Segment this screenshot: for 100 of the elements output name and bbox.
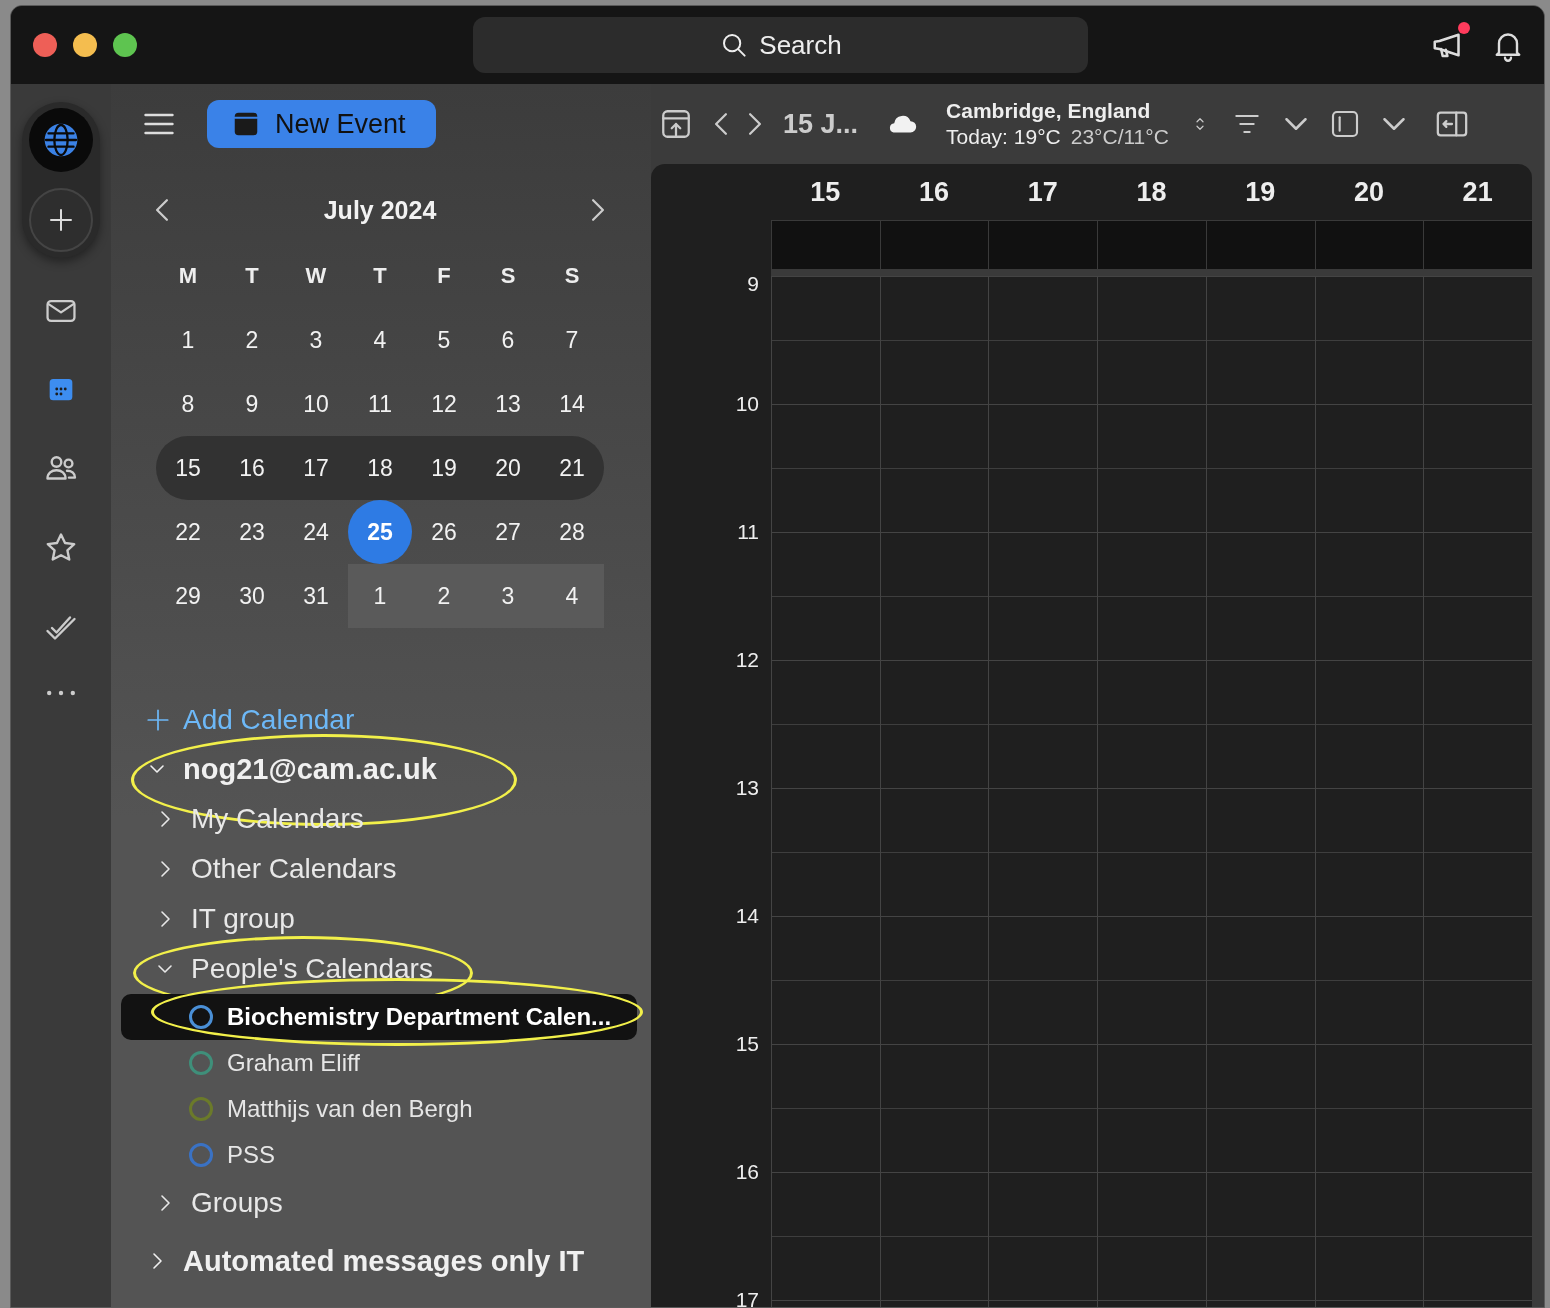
all-day-cell[interactable] xyxy=(988,220,1098,270)
time-slot[interactable] xyxy=(988,916,1098,1044)
time-slot[interactable] xyxy=(1205,276,1315,404)
time-slot[interactable] xyxy=(1423,404,1532,532)
day-cell[interactable]: 27 xyxy=(476,500,540,564)
time-slot[interactable] xyxy=(1205,660,1315,788)
day-cell[interactable]: 3 xyxy=(284,308,348,372)
time-slot[interactable] xyxy=(1097,788,1206,916)
account-header[interactable]: Automated messages only IT xyxy=(145,1236,585,1286)
account-header[interactable]: nog21@cam.ac.uk xyxy=(145,744,437,794)
time-slot[interactable] xyxy=(988,532,1098,660)
time-slot[interactable] xyxy=(988,276,1098,404)
all-day-cell[interactable] xyxy=(1423,220,1532,270)
minimize-button[interactable] xyxy=(73,33,97,57)
time-slot[interactable] xyxy=(1423,788,1532,916)
calendar-group[interactable]: IT group xyxy=(145,894,295,944)
filter-dropdown-button[interactable] xyxy=(1284,118,1307,130)
time-slot[interactable] xyxy=(879,788,989,916)
week-row[interactable]: 22 23 24 25 26 27 28 xyxy=(156,500,604,564)
day-cell[interactable]: 31 xyxy=(284,564,348,628)
day-cell[interactable]: 20 xyxy=(476,436,540,500)
time-slot[interactable] xyxy=(879,1172,989,1300)
time-slot[interactable] xyxy=(988,660,1098,788)
account-button[interactable] xyxy=(29,108,93,172)
time-slot[interactable] xyxy=(1314,916,1424,1044)
time-slot[interactable] xyxy=(771,276,880,404)
time-slot[interactable] xyxy=(771,532,880,660)
time-slot[interactable] xyxy=(879,916,989,1044)
all-day-cell[interactable] xyxy=(879,220,989,270)
time-slot[interactable] xyxy=(879,276,989,404)
new-event-button[interactable]: New Event xyxy=(207,100,436,148)
time-slot[interactable] xyxy=(1205,404,1315,532)
time-slot[interactable] xyxy=(771,1172,880,1300)
day-cell[interactable]: 4 xyxy=(348,308,412,372)
time-slot[interactable] xyxy=(1314,276,1424,404)
day-cell[interactable]: 2 xyxy=(220,308,284,372)
day-cell[interactable]: 13 xyxy=(476,372,540,436)
add-calendar-link[interactable]: Add Calendar xyxy=(145,704,355,736)
time-slot[interactable] xyxy=(988,1044,1098,1172)
all-day-cell[interactable] xyxy=(1205,220,1315,270)
day-cell[interactable]: 8 xyxy=(156,372,220,436)
day-cell[interactable]: 12 xyxy=(412,372,476,436)
day-cell[interactable]: 2 xyxy=(412,564,476,628)
time-slot[interactable] xyxy=(1097,404,1206,532)
day-cell[interactable]: 9 xyxy=(220,372,284,436)
zoom-button[interactable] xyxy=(113,33,137,57)
time-slot[interactable] xyxy=(879,404,989,532)
time-slot[interactable] xyxy=(771,1044,880,1172)
time-slot[interactable] xyxy=(1314,1044,1424,1172)
time-slot[interactable] xyxy=(879,532,989,660)
time-slot[interactable] xyxy=(1423,916,1532,1044)
time-slot[interactable] xyxy=(1314,532,1424,660)
day-cell[interactable]: 24 xyxy=(284,500,348,564)
day-cell[interactable]: 18 xyxy=(348,436,412,500)
time-slot[interactable] xyxy=(1314,788,1424,916)
calendar-item[interactable]: Graham Eliff xyxy=(121,1040,637,1086)
calendar-item[interactable]: PSS xyxy=(121,1132,637,1178)
day-cell[interactable]: 29 xyxy=(156,564,220,628)
day-cell[interactable]: 22 xyxy=(156,500,220,564)
time-slot[interactable] xyxy=(1423,1044,1532,1172)
day-cell[interactable]: 16 xyxy=(220,436,284,500)
week-row[interactable]: 15 16 17 18 19 20 21 xyxy=(156,436,604,500)
day-cell[interactable]: 21 xyxy=(540,436,604,500)
all-day-cell[interactable] xyxy=(1314,220,1424,270)
day-cell[interactable]: 17 xyxy=(284,436,348,500)
time-slot[interactable] xyxy=(1205,532,1315,660)
next-month-button[interactable] xyxy=(592,199,604,221)
close-button[interactable] xyxy=(33,33,57,57)
time-slot[interactable] xyxy=(1097,1172,1206,1300)
share-button[interactable] xyxy=(659,107,693,141)
time-slot[interactable] xyxy=(988,788,1098,916)
calendar-item[interactable]: Matthijs van den Bergh xyxy=(121,1086,637,1132)
day-cell[interactable]: 15 xyxy=(156,436,220,500)
time-slot[interactable] xyxy=(1097,532,1206,660)
time-slot[interactable] xyxy=(771,660,880,788)
time-slot[interactable] xyxy=(1314,404,1424,532)
previous-month-button[interactable] xyxy=(156,199,168,221)
day-cell[interactable]: 4 xyxy=(540,564,604,628)
day-cell[interactable]: 11 xyxy=(348,372,412,436)
time-slot[interactable] xyxy=(1423,276,1532,404)
time-slot[interactable] xyxy=(1097,276,1206,404)
time-slot[interactable] xyxy=(771,788,880,916)
day-cell[interactable]: 1 xyxy=(156,308,220,372)
day-cell[interactable]: 26 xyxy=(412,500,476,564)
time-slot[interactable] xyxy=(1097,660,1206,788)
day-cell[interactable]: 1 xyxy=(348,564,412,628)
previous-button[interactable] xyxy=(715,113,727,135)
time-slot[interactable] xyxy=(1423,532,1532,660)
next-button[interactable] xyxy=(749,113,761,135)
day-cell[interactable]: 19 xyxy=(412,436,476,500)
time-slot[interactable] xyxy=(988,404,1098,532)
time-slot[interactable] xyxy=(1097,916,1206,1044)
calendar-group[interactable]: People's Calendars xyxy=(145,944,433,994)
calendar-item[interactable]: Biochemistry Department Calen... xyxy=(121,994,637,1040)
add-button[interactable] xyxy=(29,188,93,252)
week-row[interactable]: 8 9 10 11 12 13 14 xyxy=(156,372,604,436)
time-slot[interactable] xyxy=(1097,1044,1206,1172)
time-slot[interactable] xyxy=(1314,1172,1424,1300)
day-cell[interactable]: 14 xyxy=(540,372,604,436)
week-row[interactable]: 1 2 3 4 5 6 7 xyxy=(156,308,604,372)
